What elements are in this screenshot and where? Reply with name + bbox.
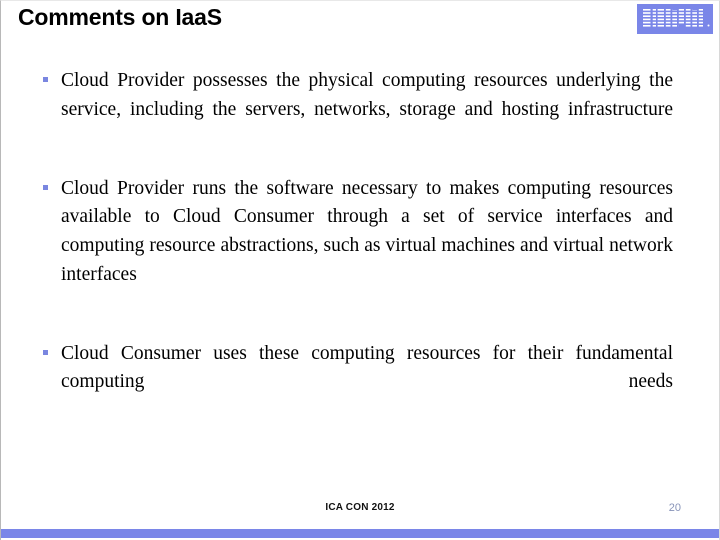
- page-title: Comments on IaaS: [18, 4, 222, 30]
- ibm-logo: [637, 4, 713, 34]
- square-bullet-icon: [43, 184, 48, 190]
- list-item-text: Cloud Provider possesses the physical co…: [61, 70, 673, 120]
- page-number: 20: [668, 502, 681, 514]
- square-bullet-icon: [43, 77, 48, 82]
- conference-label: ICA CON 2012: [325, 502, 395, 513]
- slide-canvas: Comments on IaaS Cloud Provider possesse…: [0, 0, 720, 540]
- bullet-list: Cloud Provider possesses the physical co…: [41, 67, 673, 426]
- list-item: Cloud Provider possesses the physical co…: [41, 67, 673, 153]
- list-item: Cloud Consumer uses these computing reso…: [41, 340, 673, 426]
- list-item-text: Cloud Consumer uses these computing reso…: [61, 342, 673, 393]
- ibm-logo-icon: [637, 4, 713, 34]
- list-item: Cloud Provider runs the software necessa…: [41, 175, 673, 318]
- list-item-text: Cloud Provider runs the software necessa…: [61, 177, 673, 285]
- footer-accent-bar: [1, 529, 719, 538]
- slide-footer: ICA CON 2012 20: [1, 502, 719, 522]
- square-bullet-icon: [43, 349, 48, 355]
